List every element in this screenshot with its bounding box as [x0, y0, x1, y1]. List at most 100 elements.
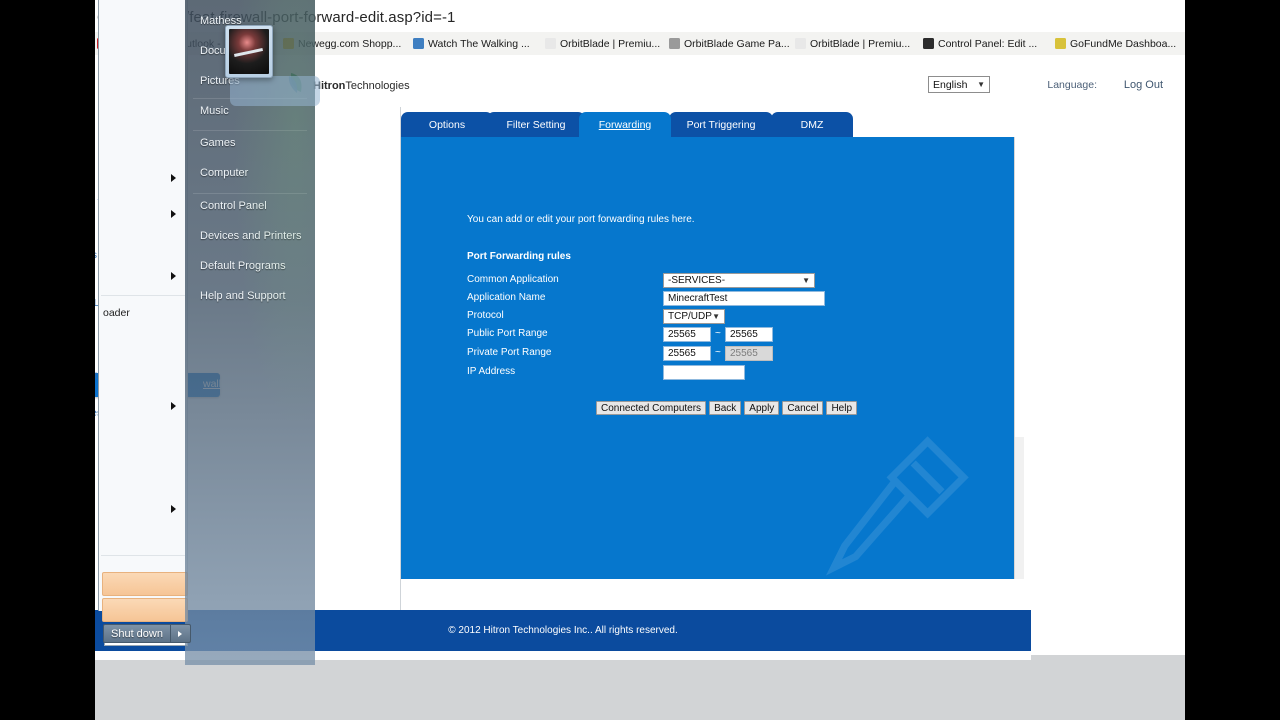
bookmark-label: Control Panel: Edit ...: [938, 37, 1038, 50]
submenu-arrow-icon: [171, 174, 176, 182]
start-menu-item-music[interactable]: Music: [200, 105, 229, 117]
tab-label: Forwarding: [598, 118, 652, 131]
field-label: Protocol: [467, 310, 504, 321]
start-menu-item-computer[interactable]: Computer: [200, 167, 248, 179]
common-application-select[interactable]: -SERVICES- ▼: [663, 273, 815, 288]
language-value: English: [933, 78, 968, 91]
menu-divider: [193, 130, 307, 131]
tab-label: Port Triggering: [686, 118, 756, 131]
tumblr-icon: [923, 38, 934, 49]
language-label: Language:: [1047, 79, 1097, 91]
bookmark-item[interactable]: OrbitBlade | Premiu...: [545, 34, 660, 53]
apply-button[interactable]: Apply: [744, 401, 780, 415]
language-select[interactable]: English ▼: [928, 76, 990, 93]
wrench-watermark-icon: [825, 436, 969, 576]
thumbnail-preview-backdrop: [230, 76, 320, 106]
start-menu-highlight-2[interactable]: [102, 598, 188, 622]
tab-dmz[interactable]: DMZ: [771, 112, 853, 137]
tab-forwarding[interactable]: Forwarding: [579, 112, 671, 137]
bookmark-item[interactable]: Control Panel: Edit ...: [923, 34, 1037, 53]
form-row: Common Application -SERVICES- ▼: [467, 273, 887, 290]
field-label: Application Name: [467, 292, 546, 303]
menu-divider: [101, 555, 185, 556]
form-button-row[interactable]: Connected Computers Back Apply Cancel Help: [596, 401, 858, 415]
logout-link[interactable]: Log Out: [1124, 79, 1163, 91]
tab-label: DMZ: [800, 118, 824, 131]
chevron-right-icon: [178, 630, 183, 637]
private-port-range-start-input[interactable]: 25565: [663, 346, 711, 361]
submenu-arrow-icon: [171, 402, 176, 410]
tab-port-triggering[interactable]: Port Triggering: [669, 112, 773, 137]
start-menu-item-help-and-support[interactable]: Help and Support: [200, 290, 286, 302]
start-menu-highlight-1[interactable]: [102, 572, 188, 596]
public-port-range-start-input[interactable]: 25565: [663, 327, 711, 342]
field-value: 25565: [730, 329, 758, 340]
field-label: Public Port Range: [467, 328, 548, 339]
form-row: IP Address: [467, 365, 887, 382]
shutdown-control[interactable]: Shut down: [103, 624, 191, 643]
bookmark-label: OrbitBlade | Premiu...: [560, 37, 661, 50]
shutdown-button[interactable]: Shut down: [103, 624, 171, 643]
taskbar-thumbnail-preview[interactable]: [225, 25, 273, 78]
chevron-down-icon: ▼: [977, 79, 985, 89]
bookmark-label: Watch The Walking ...: [428, 37, 530, 50]
field-value: 25565: [730, 348, 758, 359]
router-tab-strip[interactable]: Options Filter Setting Forwarding Port Trig…: [401, 112, 1014, 137]
page-scrollbar[interactable]: [1014, 137, 1024, 579]
form-row: Public Port Range 25565 ~25565: [467, 327, 887, 344]
field-value: 25565: [668, 329, 696, 340]
field-label: Common Application: [467, 274, 559, 285]
letterbox-stage: 68.0.1/admin/feat-firewall-port-forward-…: [0, 0, 1280, 720]
gofundme-icon: [1055, 38, 1066, 49]
bookmark-item[interactable]: OrbitBlade Game Pa...: [669, 34, 790, 53]
runner-icon: [669, 38, 680, 49]
start-menu-item-control-panel[interactable]: Control Panel: [200, 200, 267, 212]
bookmark-label: OrbitBlade Game Pa...: [684, 37, 790, 50]
menu-divider: [193, 193, 307, 194]
ip-address-input[interactable]: [663, 365, 745, 380]
start-menu-item-devices-and-printers[interactable]: Devices and Printers: [200, 230, 302, 242]
scrollbar-thumb[interactable]: [1015, 137, 1024, 437]
help-button[interactable]: Help: [826, 401, 858, 415]
video-icon: [413, 38, 424, 49]
application-name-input[interactable]: MinecraftTest: [663, 291, 825, 306]
bookmark-item[interactable]: Watch The Walking ...: [413, 34, 530, 53]
start-menu-partial-label: oader: [103, 307, 130, 319]
brand-rest: Technologies: [345, 80, 410, 92]
submenu-arrow-icon: [171, 210, 176, 218]
protocol-select[interactable]: TCP/UDP ▼: [663, 309, 725, 324]
shutdown-options-button[interactable]: [170, 624, 191, 643]
field-label: IP Address: [467, 366, 516, 377]
start-menu-item-default-programs[interactable]: Default Programs: [200, 260, 286, 272]
start-menu-programs-pane[interactable]: oader: [98, 0, 188, 646]
range-separator: ~: [715, 347, 721, 358]
submenu-arrow-icon: [171, 505, 176, 513]
field-value: 25565: [668, 348, 696, 359]
panel-section-title: Port Forwarding rules: [467, 251, 571, 262]
tab-label: Filter Setting: [506, 118, 566, 131]
back-button[interactable]: Back: [709, 401, 742, 415]
tab-label: Options: [428, 118, 466, 131]
chevron-down-icon: ▼: [712, 311, 720, 321]
public-port-range-end-input[interactable]: 25565: [725, 327, 773, 342]
field-value: MinecraftTest: [668, 293, 728, 304]
bookmark-item[interactable]: OrbitBlade | Premiu...: [795, 34, 910, 53]
private-port-range-end-input[interactable]: 25565: [725, 346, 773, 361]
field-value: TCP/UDP: [668, 311, 712, 322]
thumbnail-image: [229, 29, 269, 74]
connected-computers-button[interactable]: Connected Computers: [596, 401, 707, 415]
video-frame: 68.0.1/admin/feat-firewall-port-forward-…: [95, 0, 1185, 720]
cancel-button[interactable]: Cancel: [782, 401, 824, 415]
brand-wordmark: HitronTechnologies: [313, 80, 410, 92]
field-label: Private Port Range: [467, 347, 552, 358]
submenu-arrow-icon: [171, 272, 176, 280]
start-menu-item-games[interactable]: Games: [200, 137, 235, 149]
copyright-text: © 2012 Hitron Technologies Inc.. All rig…: [448, 625, 678, 636]
panel-intro-text: You can add or edit your port forwarding…: [467, 214, 695, 225]
tab-filter-setting[interactable]: Filter Setting: [487, 112, 585, 137]
chevron-down-icon: ▼: [802, 275, 810, 285]
bookmark-item[interactable]: GoFundMe Dashboa...: [1055, 34, 1176, 53]
page-icon: [795, 38, 806, 49]
tab-options[interactable]: Options: [401, 112, 493, 137]
form-row: Application Name MinecraftTest: [467, 291, 887, 308]
